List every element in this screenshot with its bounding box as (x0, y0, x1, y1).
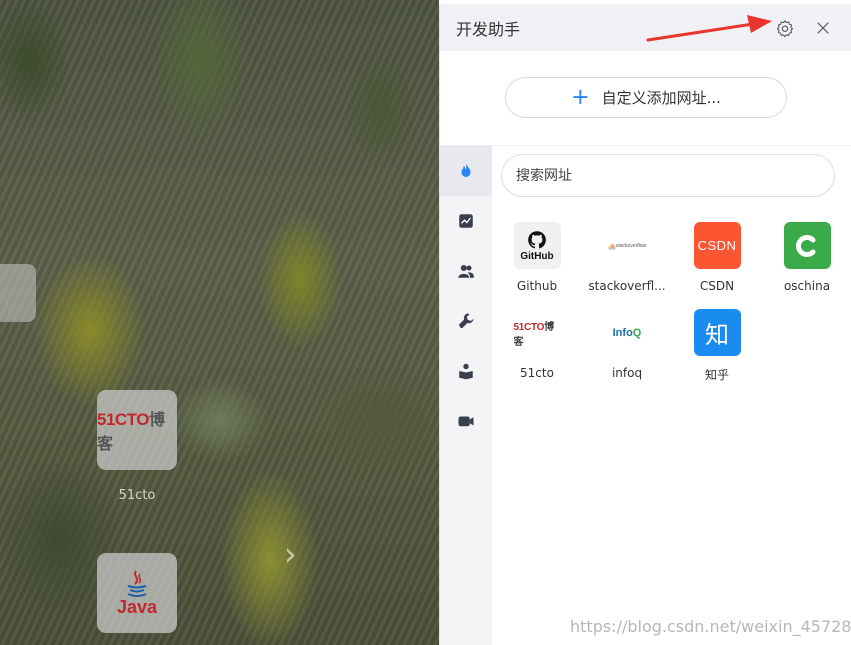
add-custom-site-button[interactable]: + 自定义添加网址... (505, 77, 787, 118)
site-search-input[interactable] (501, 154, 835, 197)
site-label-github: Github (516, 279, 558, 293)
java-logo: Java (117, 569, 157, 618)
divider (440, 145, 851, 146)
site-github[interactable]: GitHub Github (492, 222, 582, 293)
wrench-icon (458, 313, 474, 329)
51cto-logo: 51CTO博客 (97, 410, 165, 453)
category-video[interactable] (440, 396, 492, 446)
dev-helper-panel: 开发助手 + 自定义添加网址... 搜索网址 GitHub Github sta… (439, 4, 851, 645)
stackoverflow-logo-icon (608, 243, 616, 250)
flame-icon (461, 163, 471, 177)
site-label-oschina: oschina (783, 279, 831, 293)
users-icon (458, 265, 474, 278)
category-monitor[interactable] (440, 196, 492, 246)
oschina-logo-icon (796, 234, 816, 257)
51cto-icon: 51CTO博客 (513, 309, 561, 356)
category-community[interactable] (440, 246, 492, 296)
category-tools[interactable] (440, 296, 492, 346)
shortcut-label-51cto: 51cto (118, 488, 156, 503)
add-custom-site-label: 自定义添加网址... (601, 89, 721, 107)
site-infoq[interactable]: InfoQ infoq (582, 309, 672, 383)
next-page-chevron-icon[interactable]: › (284, 536, 306, 572)
plus-icon: + (571, 84, 590, 110)
site-label-stackoverflow: stackoverfl... (588, 279, 666, 293)
category-learning[interactable] (440, 346, 492, 396)
java-cup-icon (127, 569, 147, 597)
category-hot[interactable] (440, 146, 492, 196)
github-icon: GitHub (513, 222, 561, 269)
site-csdn[interactable]: CSDN CSDN (672, 222, 762, 293)
gear-icon[interactable] (776, 19, 794, 37)
wallpaper-background (0, 0, 439, 645)
stackoverflow-icon: stackoverflow (603, 222, 651, 269)
panel-title: 开发助手 (456, 20, 521, 39)
infoq-icon: InfoQ (603, 309, 651, 356)
github-octocat-icon (528, 230, 546, 248)
shortcut-tile-java[interactable]: Java (97, 553, 177, 633)
chart-icon (459, 214, 473, 228)
category-sidebar (440, 146, 492, 645)
site-label-infoq: infoq (611, 366, 643, 380)
close-icon[interactable] (814, 19, 832, 37)
video-icon (458, 416, 474, 427)
oschina-icon (783, 222, 831, 269)
reader-icon (459, 363, 473, 380)
site-label-csdn: CSDN (699, 279, 735, 293)
site-label-51cto: 51cto (520, 366, 554, 380)
site-51cto[interactable]: 51CTO博客 51cto (492, 309, 582, 383)
shortcut-tile-51cto[interactable]: 51CTO博客 (97, 390, 177, 470)
site-stackoverflow[interactable]: stackoverflow stackoverfl... (582, 222, 672, 293)
partial-shortcut-tile[interactable] (0, 264, 36, 322)
watermark: https://blog.csdn.net/weixin_45728976 (570, 617, 851, 636)
site-grid: GitHub Github stackoverflow stackoverfl.… (492, 222, 851, 383)
site-oschina[interactable]: oschina (762, 222, 851, 293)
site-label-zhihu: 知乎 (704, 368, 729, 382)
panel-header: 开发助手 (440, 4, 851, 51)
site-zhihu[interactable]: 知 知乎 (672, 309, 762, 383)
zhihu-icon: 知 (693, 309, 741, 356)
csdn-icon: CSDN (693, 222, 741, 269)
